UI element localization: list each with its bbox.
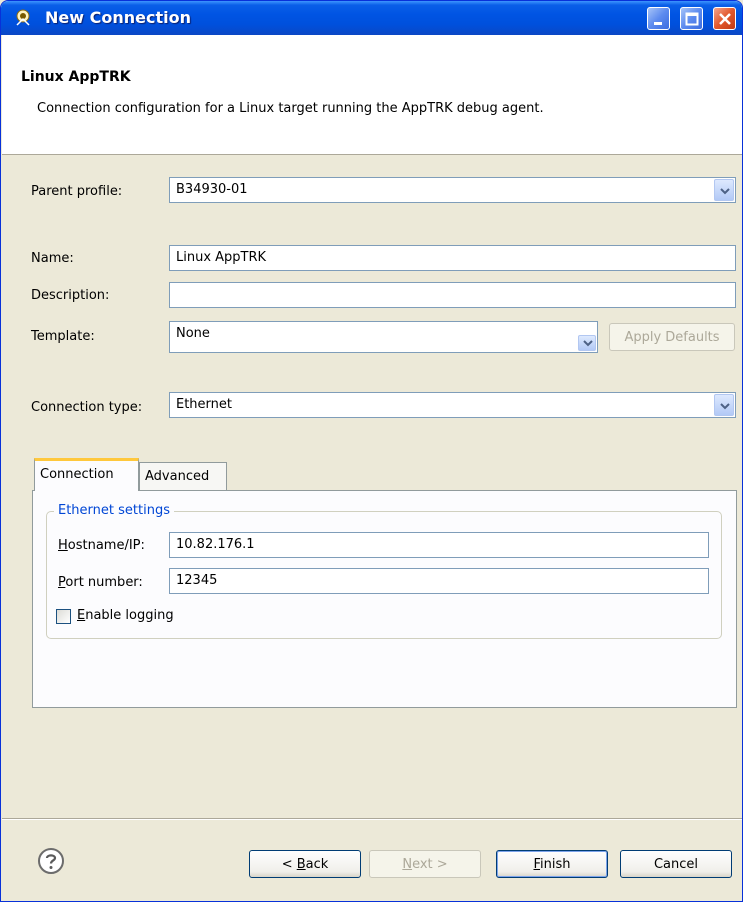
- close-button[interactable]: [713, 7, 736, 30]
- connection-type-combo[interactable]: Ethernet: [169, 392, 736, 418]
- port-label-rest: ort number:: [65, 575, 143, 590]
- chevron-down-icon: [720, 188, 730, 195]
- page-title: Linux AppTRK: [21, 69, 131, 85]
- footer-separator: [2, 818, 742, 820]
- finish-label: Finish: [533, 857, 571, 872]
- template-label: Template:: [31, 329, 95, 344]
- hostname-label: Hostname/IP:: [58, 538, 145, 553]
- minimize-icon: [654, 22, 662, 25]
- tab-connection-label: Connection: [40, 467, 114, 482]
- template-combo[interactable]: None: [169, 321, 598, 353]
- page-description: Connection configuration for a Linux tar…: [37, 101, 544, 116]
- template-value: None: [176, 326, 210, 341]
- name-label: Name:: [31, 251, 74, 266]
- parent-profile-value: B34930-01: [176, 182, 248, 197]
- hostname-input[interactable]: 10.82.176.1: [169, 532, 709, 558]
- hostname-value: 10.82.176.1: [176, 537, 255, 552]
- back-label: < Back: [281, 857, 329, 872]
- cancel-button[interactable]: Cancel: [620, 850, 732, 878]
- connection-type-label: Connection type:: [31, 400, 143, 415]
- tab-connection[interactable]: Connection: [34, 458, 139, 491]
- tab-advanced-label: Advanced: [145, 469, 210, 484]
- tab-advanced[interactable]: Advanced: [139, 462, 227, 491]
- port-label: Port number:: [58, 575, 143, 590]
- parent-profile-combo[interactable]: B34930-01: [169, 177, 736, 203]
- template-dropdown-button[interactable]: [578, 335, 596, 351]
- maximize-icon: [685, 12, 699, 26]
- enable-logging-label[interactable]: Enable logging: [77, 608, 174, 623]
- ethernet-settings-title: Ethernet settings: [54, 503, 174, 518]
- next-label: Next >: [402, 857, 448, 872]
- back-button[interactable]: < Back: [249, 850, 361, 878]
- minimize-button[interactable]: [647, 7, 670, 30]
- parent-profile-label: Parent profile:: [31, 184, 123, 199]
- connection-type-value: Ethernet: [176, 397, 232, 412]
- name-input[interactable]: Linux AppTRK: [169, 245, 736, 271]
- apply-defaults-button[interactable]: Apply Defaults: [609, 323, 735, 351]
- title-bar[interactable]: New Connection: [1, 1, 742, 35]
- connection-type-dropdown-button[interactable]: [714, 394, 734, 416]
- next-button[interactable]: Next >: [369, 850, 481, 878]
- new-connection-window: New Connection Linux AppTRK Connection c…: [0, 0, 743, 902]
- port-value: 12345: [176, 573, 218, 588]
- help-icon[interactable]: [37, 847, 65, 875]
- connection-icon: [16, 9, 30, 26]
- description-label: Description:: [31, 288, 110, 303]
- finish-button[interactable]: Finish: [496, 850, 608, 878]
- description-input[interactable]: [169, 282, 736, 308]
- close-icon: [719, 13, 731, 25]
- wizard-header: Linux AppTRK Connection configuration fo…: [2, 35, 742, 155]
- parent-profile-dropdown-button[interactable]: [714, 179, 734, 201]
- chevron-down-icon: [583, 340, 593, 347]
- enable-logging-label-rest: nable logging: [85, 608, 174, 623]
- hostname-label-rest: ostname/IP:: [67, 538, 145, 553]
- enable-logging-checkbox[interactable]: [56, 609, 71, 624]
- window-title: New Connection: [45, 8, 191, 27]
- port-input[interactable]: 12345: [169, 568, 709, 594]
- maximize-button[interactable]: [680, 7, 703, 30]
- chevron-down-icon: [720, 403, 730, 410]
- name-value: Linux AppTRK: [176, 250, 267, 265]
